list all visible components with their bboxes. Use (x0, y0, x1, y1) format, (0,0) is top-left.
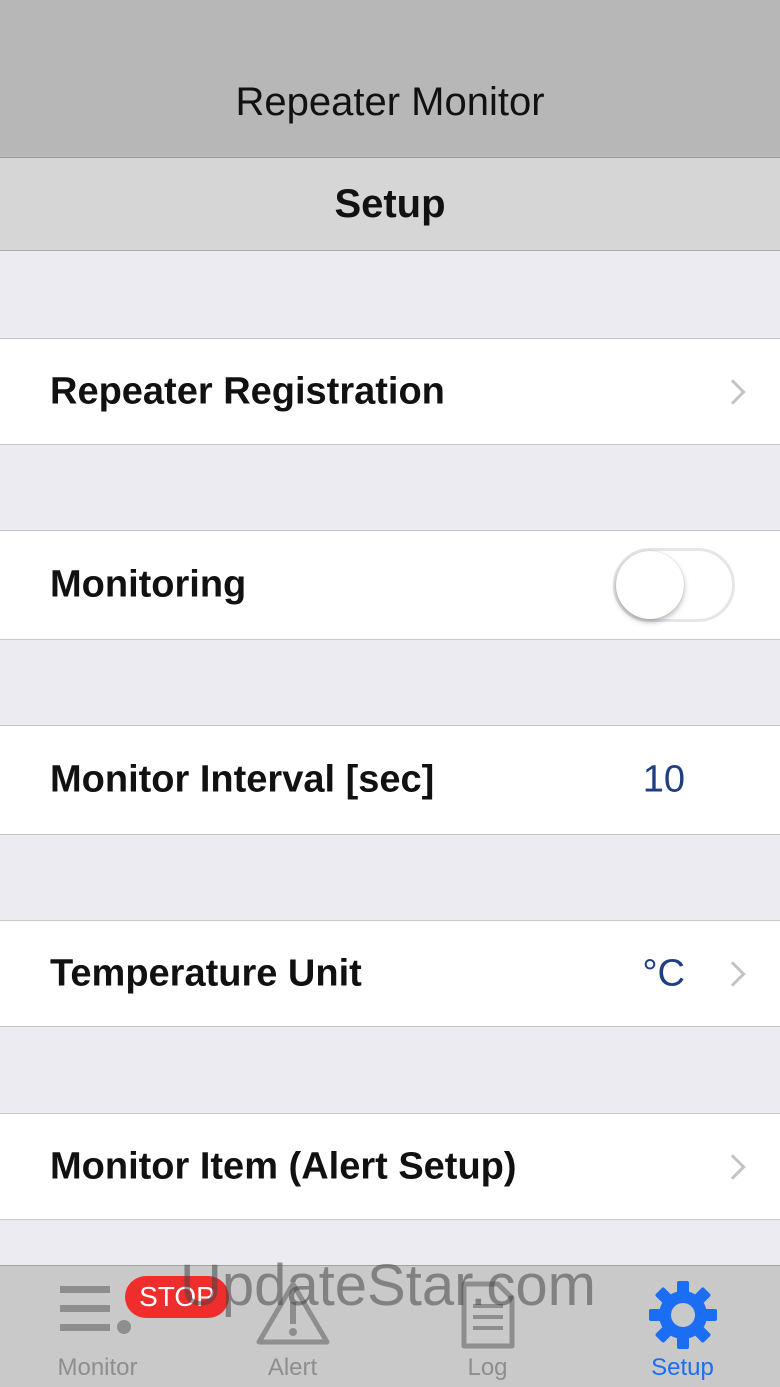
app-header: Repeater Monitor (0, 0, 780, 158)
monitor-list-icon (59, 1286, 131, 1334)
repeater-registration-row[interactable]: Repeater Registration (0, 338, 780, 445)
sub-header: Setup (0, 158, 780, 251)
tab-setup[interactable]: Setup (585, 1266, 780, 1387)
monitor-interval-row[interactable]: Monitor Interval [sec] 10 (0, 725, 780, 835)
chevron-right-icon (720, 378, 746, 405)
tab-label-setup: Setup (651, 1354, 714, 1381)
monitor-interval-label: Monitor Interval [sec] (50, 758, 435, 801)
watermark: UpdateStar.com (180, 1253, 596, 1318)
monitor-item-label: Monitor Item (Alert Setup) (50, 1145, 517, 1187)
temperature-unit-value: °C (642, 952, 685, 994)
monitoring-row: Monitoring (0, 530, 780, 640)
app-title: Repeater Monitor (235, 80, 545, 124)
temperature-unit-label: Temperature Unit (50, 952, 362, 994)
gear-icon (648, 1281, 717, 1349)
tab-label-monitor: Monitor (57, 1354, 138, 1381)
tab-label-log: Log (467, 1354, 508, 1381)
chevron-right-icon (720, 1153, 746, 1180)
page-title: Setup (334, 182, 446, 226)
tab-label-alert: Alert (267, 1354, 318, 1381)
toggle-knob (616, 551, 684, 619)
monitoring-label: Monitoring (50, 563, 247, 606)
temperature-unit-row[interactable]: Temperature Unit °C (0, 920, 780, 1027)
monitoring-toggle[interactable] (613, 548, 735, 622)
chevron-right-icon (720, 960, 746, 987)
monitor-item-row[interactable]: Monitor Item (Alert Setup) (0, 1113, 780, 1220)
repeater-registration-label: Repeater Registration (50, 370, 445, 412)
monitor-interval-value[interactable]: 10 (643, 759, 685, 802)
